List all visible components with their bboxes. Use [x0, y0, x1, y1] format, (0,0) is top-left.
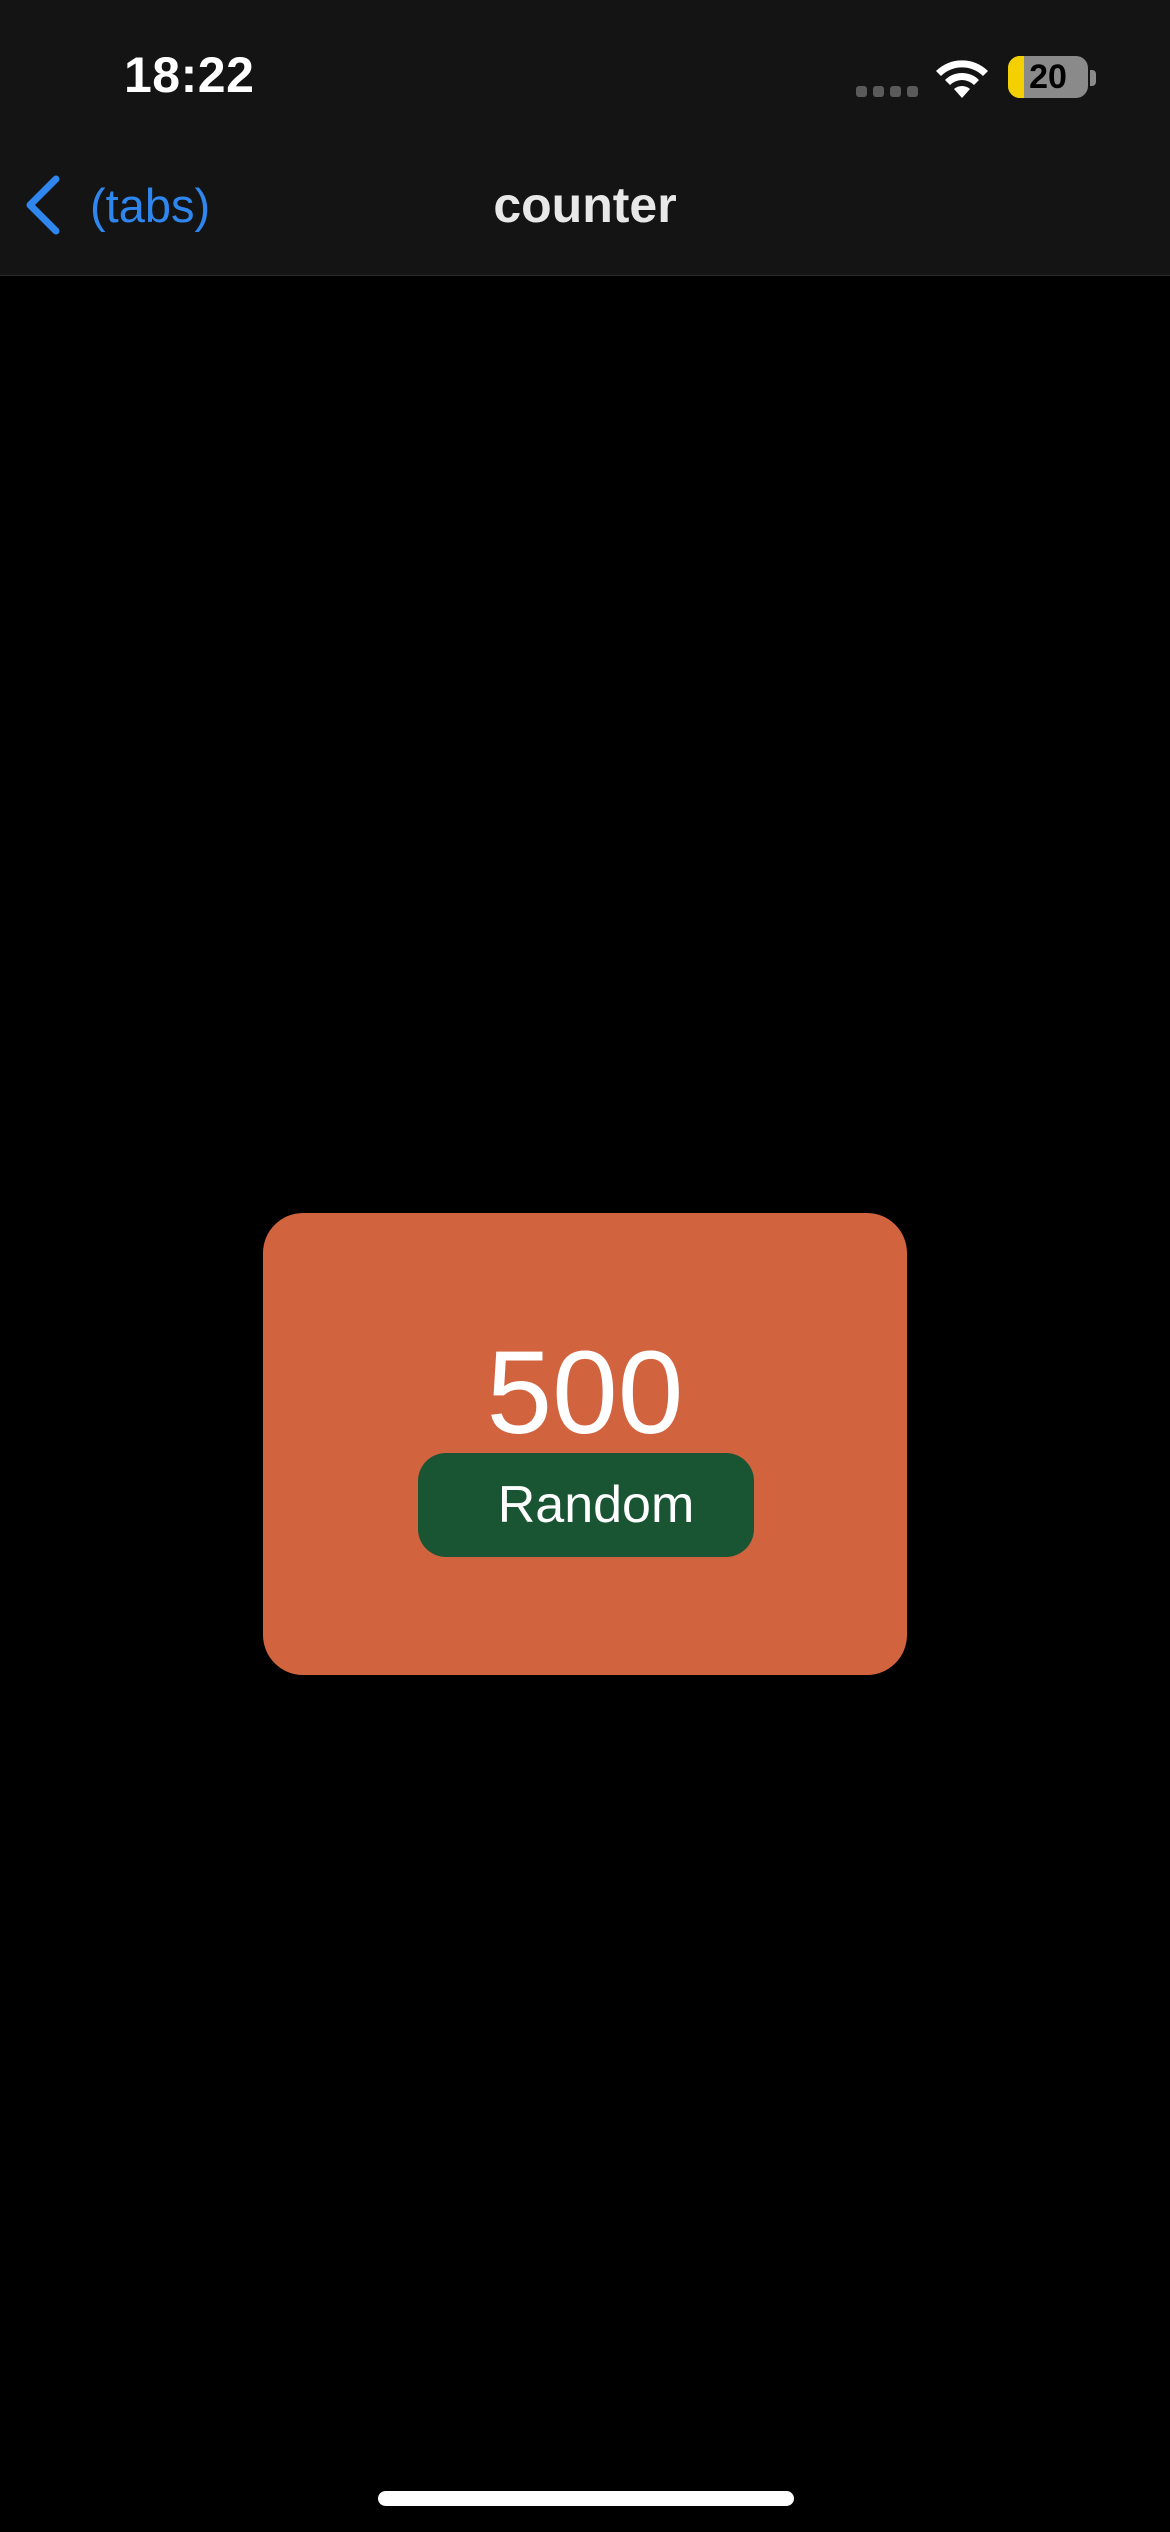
cellular-signal-icon	[856, 86, 918, 97]
home-indicator[interactable]	[378, 2491, 794, 2506]
status-time: 18:22	[124, 47, 255, 103]
counter-value: 500	[486, 1327, 684, 1459]
app-screen: 18:22 20 (tabs) counter 500 Random	[0, 0, 1170, 2532]
battery-level: 20	[1029, 58, 1067, 96]
random-button[interactable]: Random	[418, 1453, 754, 1557]
counter-card: 500 Random	[263, 1213, 907, 1675]
battery-cap	[1090, 70, 1096, 86]
top-bar: 18:22 20 (tabs) counter	[0, 0, 1170, 276]
wifi-icon	[936, 60, 988, 98]
page-title: counter	[493, 177, 677, 233]
battery-icon: 20	[1008, 56, 1088, 98]
